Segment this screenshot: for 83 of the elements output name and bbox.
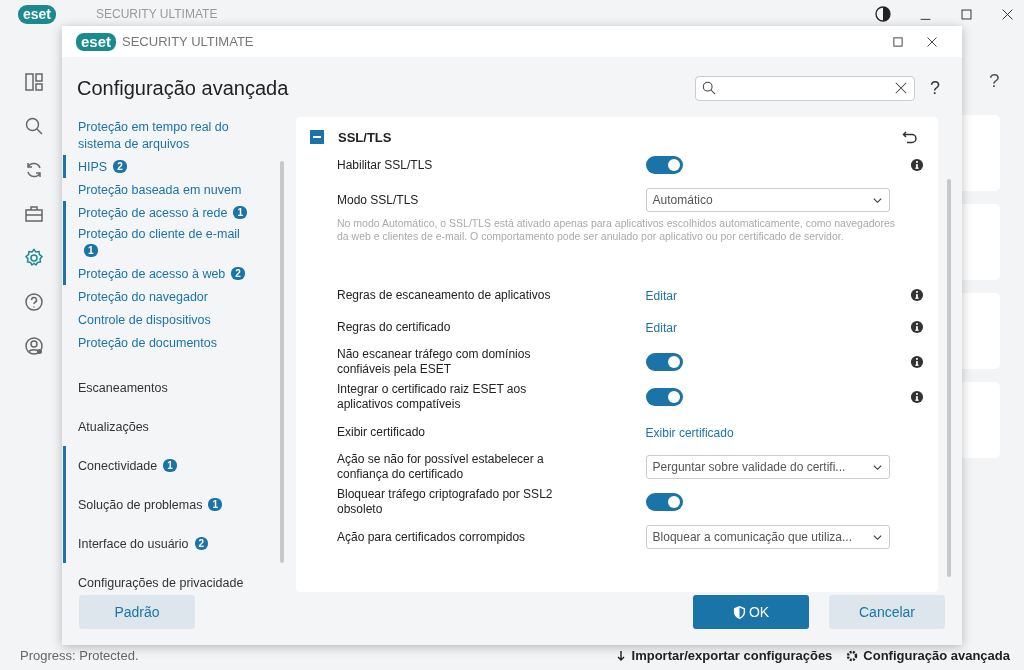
- count-badge: 1: [163, 459, 177, 472]
- description-text: No modo Automático, o SSL/TLS está ativado apenas para aplicativos escolhidos automaticamente, como navegadores da web e clientes de e-mail. O comportamento pode ser anulado por aplicativo ou por certificado de servidor.: [337, 217, 896, 243]
- help-button[interactable]: ?: [989, 70, 1000, 92]
- nav-link[interactable]: Proteção do cliente de e-mail 1: [78, 226, 250, 260]
- nav-link[interactable]: Proteção do navegador: [78, 289, 208, 306]
- search-icon[interactable]: [24, 116, 44, 136]
- briefcase-icon[interactable]: [24, 204, 44, 224]
- ok-button[interactable]: OK: [693, 595, 809, 629]
- product-name: SECURITY ULTIMATE: [122, 34, 254, 49]
- count-badge: 2: [194, 537, 209, 550]
- dialog-button[interactable]: Padrão: [79, 595, 195, 629]
- setting-label: Ação se não for possível estabelecer a confiança do certificado: [337, 452, 545, 482]
- setting-label: Bloquear tráfego criptografado por SSL2 obsoleto: [337, 487, 554, 517]
- status-text: Progress: Protected.: [20, 648, 139, 663]
- setting-label: Habilitar SSL/TLS: [337, 157, 434, 173]
- help-icon[interactable]: [24, 292, 44, 312]
- nav-section[interactable]: Atualizações: [78, 419, 149, 436]
- logo: eset: [18, 4, 57, 24]
- nav-link[interactable]: Proteção de documentos: [78, 335, 217, 352]
- count-badge: 1: [208, 498, 222, 511]
- maximize-icon[interactable]: [892, 35, 904, 48]
- maximize-icon[interactable]: [960, 7, 973, 21]
- product-name: SECURITY ULTIMATE: [96, 7, 218, 21]
- footer-link[interactable]: Configuração avançada: [846, 648, 1010, 663]
- setting-label: Exibir certificado: [337, 424, 427, 440]
- count-badge: 1: [233, 206, 247, 219]
- close-icon[interactable]: [1001, 7, 1014, 21]
- toggle-switch[interactable]: [645, 388, 683, 406]
- dialog-title: Configuração avançada: [77, 76, 289, 100]
- info-icon[interactable]: [910, 288, 924, 302]
- section-title: SSL/TLS: [338, 129, 392, 145]
- nav-link[interactable]: Proteção baseada em nuvem: [78, 182, 242, 199]
- logo: eset: [76, 32, 117, 51]
- refresh-icon[interactable]: [24, 160, 44, 180]
- dropdown[interactable]: Automático: [645, 188, 891, 212]
- nav-section[interactable]: Escaneamentos: [78, 380, 168, 397]
- count-badge: 2: [231, 267, 245, 280]
- dropdown[interactable]: Bloquear a comunicação que utiliza...: [645, 525, 891, 549]
- shield-icon: [732, 604, 746, 620]
- scrollbar[interactable]: [947, 179, 951, 577]
- nav-section[interactable]: Interface do usuário 2: [78, 536, 209, 553]
- toggle-switch[interactable]: [645, 353, 683, 371]
- nav-section[interactable]: Configurações de privacidade: [78, 575, 244, 590]
- toggle-switch[interactable]: [645, 156, 683, 174]
- nav-link[interactable]: Controle de dispositivos: [78, 312, 211, 329]
- collapse-icon[interactable]: [310, 130, 324, 144]
- edit-link[interactable]: Editar: [645, 289, 677, 303]
- contrast-icon[interactable]: [875, 6, 891, 22]
- setting-label: Ação para certificados corrompidos: [337, 529, 527, 545]
- toggle-switch[interactable]: [645, 493, 683, 511]
- setting-label: Não escanear tráfego com domínios confiáveis pela ESET: [337, 347, 532, 377]
- nav-section[interactable]: Solução de problemas 1: [78, 497, 222, 514]
- nav-link[interactable]: Proteção de acesso à web 2: [78, 266, 245, 283]
- dashboard-icon[interactable]: [24, 72, 44, 92]
- nav-link[interactable]: Proteção em tempo real do sistema de arquivos: [78, 119, 250, 153]
- setting-label: Regras do certificado: [337, 319, 452, 335]
- edit-link[interactable]: Exibir certificado: [645, 426, 734, 440]
- info-icon[interactable]: [910, 320, 924, 334]
- search-icon: [702, 81, 716, 95]
- clear-icon[interactable]: [894, 81, 908, 95]
- count-badge: 2: [113, 160, 127, 173]
- gear-icon[interactable]: [24, 248, 44, 268]
- nav-section[interactable]: Conectividade 1: [78, 458, 177, 475]
- gear-icon: [846, 649, 859, 662]
- count-badge: 1: [84, 244, 98, 257]
- edit-link[interactable]: Editar: [645, 321, 677, 335]
- info-icon[interactable]: [910, 390, 924, 404]
- search-field[interactable]: [695, 75, 915, 101]
- setting-label: Integrar o certificado raiz ESET aos aplicativos compatíveis: [337, 382, 528, 412]
- undo-icon[interactable]: [902, 129, 918, 145]
- info-icon[interactable]: [910, 158, 924, 172]
- footer-link[interactable]: Importar/exportar configurações: [614, 648, 833, 663]
- scrollbar[interactable]: [280, 161, 284, 563]
- info-icon[interactable]: [910, 355, 924, 369]
- setting-label: Regras de escaneamento de aplicativos: [337, 287, 552, 303]
- setting-label: Modo SSL/TLS: [337, 192, 420, 208]
- dropdown[interactable]: Perguntar sobre validade do certifi...: [645, 455, 891, 479]
- dialog-button[interactable]: Cancelar: [829, 595, 945, 629]
- account-icon[interactable]: [24, 336, 44, 356]
- close-icon[interactable]: [926, 35, 938, 48]
- help-button[interactable]: ?: [930, 77, 940, 99]
- nav-link[interactable]: HIPS 2: [78, 159, 127, 176]
- nav-link[interactable]: Proteção de acesso à rede 1: [78, 205, 247, 222]
